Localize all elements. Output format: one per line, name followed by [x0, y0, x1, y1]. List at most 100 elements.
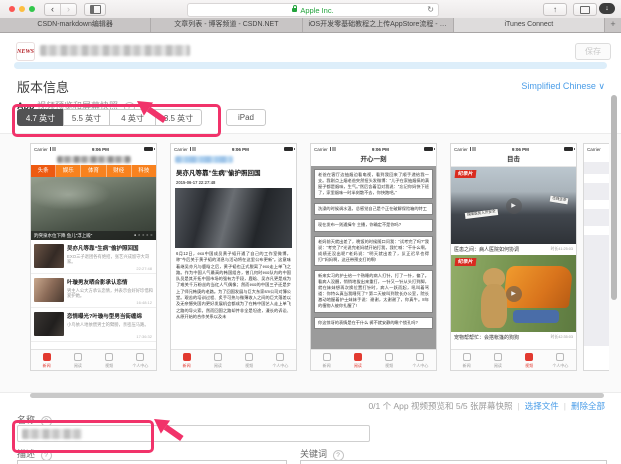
protest-sign: 保障医务人员安全: [465, 209, 498, 219]
tab-profile[interactable]: 个人中心: [125, 350, 156, 370]
clock-label: 9:06 PM: [197, 147, 284, 152]
reload-icon[interactable]: ↻: [427, 4, 434, 16]
back-button[interactable]: ‹: [45, 4, 60, 15]
delete-all-link[interactable]: 删除全部: [571, 400, 605, 412]
joke-card[interactable]: 现在发布一则通缉令 主播，你确定不是你吗?: [314, 219, 433, 231]
screenshot-article-detail[interactable]: Carrier 9:06 PM 吴亦凡等靠“生病”偷护照回国 2015-06-1…: [170, 143, 297, 371]
tab-news[interactable]: 新闻: [31, 350, 62, 370]
video-tab-icon: [525, 353, 533, 361]
news-list-item[interactable]: 吴亦凡等靠“生病”偷护照回国 EXO三子退团各有绝招，张艺兴成留守大哥家。 22…: [31, 240, 156, 274]
tab-video[interactable]: 视频: [234, 350, 265, 370]
category-tab-tech[interactable]: 科技: [132, 165, 156, 177]
browser-tab-csdn-markdown[interactable]: CSDN-markdown编辑器: [0, 18, 151, 32]
clock-label: 9:06 PM: [337, 147, 424, 152]
tab-video[interactable]: 视频: [94, 350, 125, 370]
keywords-input[interactable]: [300, 460, 607, 464]
play-icon[interactable]: ▶: [506, 286, 522, 302]
tab-read[interactable]: 阅读: [62, 350, 93, 370]
browser-tab-article-list[interactable]: 文章列表 - 博客频道 - CSDN.NET: [151, 18, 302, 32]
app-name-redacted: [40, 45, 190, 56]
video-duration: 时长41:25:03: [551, 247, 573, 252]
joke-card[interactable]: 新来实习的护士给一个熟睡的病人打针，打了一针，偏了。看病人没醒，悄悄地拔出来重打…: [314, 270, 433, 313]
video-tab-icon: [385, 353, 393, 361]
video-thumbnail-protest[interactable]: 纪录片 保障医务人员安全 还我生命 ▶: [451, 167, 576, 244]
joke-card[interactable]: 洗澡的时候调水温，总感觉自己是个正在破解保险箱的特工: [314, 203, 433, 215]
tab-read[interactable]: 阅读: [202, 350, 233, 370]
browser-tab-itunes-connect[interactable]: iTunes Connect: [454, 18, 605, 32]
joke-card[interactable]: 你这惊讶的表情是在干什么 裤不就安静的瞅个锁孔吗?: [314, 317, 433, 329]
carrier-label: Carrier: [174, 147, 188, 152]
horizontal-scrollbar[interactable]: [30, 393, 604, 398]
signal-icon: [50, 147, 57, 151]
tab-read[interactable]: 阅读: [482, 350, 513, 370]
share-button[interactable]: ↑: [543, 3, 567, 16]
tab-overview-icon: [580, 6, 590, 14]
separator: |: [518, 401, 520, 411]
tab-read[interactable]: 阅读: [342, 350, 373, 370]
save-button[interactable]: 保存: [575, 43, 611, 60]
tab-news[interactable]: 新闻: [171, 350, 202, 370]
article-date: 2015-06-17 22:27:48: [171, 180, 296, 185]
category-tab-sports[interactable]: 体育: [81, 165, 106, 177]
videos-page-title: 目击: [451, 154, 576, 167]
tab-label: 阅读: [482, 363, 513, 369]
forward-button[interactable]: ›: [60, 4, 76, 15]
annotation-box-device-tabs: [12, 104, 221, 137]
tab-profile[interactable]: 个人中心: [545, 350, 576, 370]
clock-label: 9:06 PM: [477, 147, 564, 152]
zoom-window-button[interactable]: [29, 6, 35, 12]
jokes-list: 老爸在客厅边抽烟边看电视，看到我回来了顺手递给我一支。我刚点上烟老爸突然扭头发微…: [311, 166, 436, 350]
tab-news[interactable]: 新闻: [451, 350, 482, 370]
hero-caption-bar: 趵突泉水位下降 鱼儿“浮上殿” ● ○ ○ ○ ○: [31, 231, 156, 240]
joke-card[interactable]: 老妈前天就出差了，晚饭的时候随口问我：“试考完了吗?”我说：“考完了!”光说完老…: [314, 236, 433, 266]
tab-profile[interactable]: 个人中心: [265, 350, 296, 370]
category-tab-entertainment[interactable]: 娱乐: [56, 165, 81, 177]
sidebar-icon: [90, 5, 101, 14]
play-icon[interactable]: ▶: [506, 198, 522, 214]
downloads-button[interactable]: ↓: [599, 3, 615, 14]
tab-video[interactable]: 视频: [374, 350, 405, 370]
language-selector[interactable]: Simplified Chinese ∨: [521, 81, 605, 92]
hero-image[interactable]: 趵突泉水位下降 鱼儿“浮上殿” ● ○ ○ ○ ○: [31, 177, 156, 240]
battery-icon: [564, 147, 573, 152]
history-nav-group: ‹ ›: [44, 3, 77, 16]
browser-tab-appstore-tutorial[interactable]: iOS开发零基础教程之上传AppStore流程 - 张更…: [303, 18, 454, 32]
close-window-button[interactable]: [9, 6, 15, 12]
carrier-label: Carrier: [587, 147, 601, 152]
hero-caption: 趵突泉水位下降 鱼儿“浮上殿”: [34, 231, 92, 240]
device-tab-ipad[interactable]: iPad: [226, 109, 266, 126]
screenshot-settings-partial[interactable]: Carrier: [583, 143, 609, 371]
carrier-label: Carrier: [314, 147, 328, 152]
address-bar[interactable]: Apple Inc. ↻: [187, 3, 439, 17]
sidebar-toggle-button[interactable]: [84, 3, 106, 16]
category-tab-headlines[interactable]: 头条: [31, 165, 56, 177]
video-duration: 时长42:35:03: [551, 335, 573, 340]
news-tab-icon: [43, 353, 51, 361]
screenshot-jokes[interactable]: Carrier 9:06 PM 开心一刻 老爸在客厅边抽烟边看电视，看到我回来了…: [310, 143, 437, 371]
description-textarea[interactable]: [17, 460, 287, 464]
video-thumbnail-dog[interactable]: 纪录片 ▶: [451, 255, 576, 332]
screenshot-videos[interactable]: Carrier 9:06 PM 目击 纪录片 保障医务人员安全 还我生命 ▶ 医…: [450, 143, 577, 371]
tab-profile[interactable]: 个人中心: [405, 350, 436, 370]
minimize-window-button[interactable]: [19, 6, 25, 12]
url-text: Apple Inc.: [300, 6, 333, 15]
category-tab-finance[interactable]: 财经: [107, 165, 132, 177]
phone-tab-bar: 新闻 阅读 视频 个人中心: [451, 349, 576, 370]
itc-nav-bar[interactable]: [14, 62, 607, 69]
tab-news[interactable]: 新闻: [311, 350, 342, 370]
news-list-item[interactable]: 恋情曝光?叶璇与型男当街缠绵 小鸟依人地依偎男士的臂膀，亲密压马路。 17:36…: [31, 308, 156, 342]
tab-video[interactable]: 视频: [514, 350, 545, 370]
joke-card[interactable]: 老爸在客厅边抽烟边看电视，看到我回来了顺手递给我一支。我刚点上烟老爸突然扭头发微…: [314, 169, 433, 199]
language-label: Simplified Chinese: [521, 81, 596, 91]
vertical-scrollbar[interactable]: [611, 95, 617, 300]
screenshot-news-home[interactable]: Carrier 9:06 PM 头条 娱乐 体育 财经 科技 趵突泉水位下降 鱼…: [30, 143, 157, 371]
choose-file-link[interactable]: 选择文件: [525, 400, 559, 412]
new-tab-button[interactable]: +: [605, 18, 621, 32]
screenshot-root: ‹ › Apple Inc. ↻ ↑ ↓ CSDN-markdown编辑器 文章…: [0, 0, 621, 464]
tab-overview-button[interactable]: [573, 3, 597, 16]
news-list-item[interactable]: 叶璇男友晒合影承认恋情 男主人公大方承认恋情，并表示会好好珍惜和爱护她。 16:…: [31, 274, 156, 308]
read-tab-icon: [74, 353, 82, 361]
news-time: 22:27:48: [136, 266, 152, 271]
video-tab-icon: [245, 353, 253, 361]
news-desc: 小鸟依人地依偎男士的臂膀，亲密压马路。: [67, 322, 153, 328]
